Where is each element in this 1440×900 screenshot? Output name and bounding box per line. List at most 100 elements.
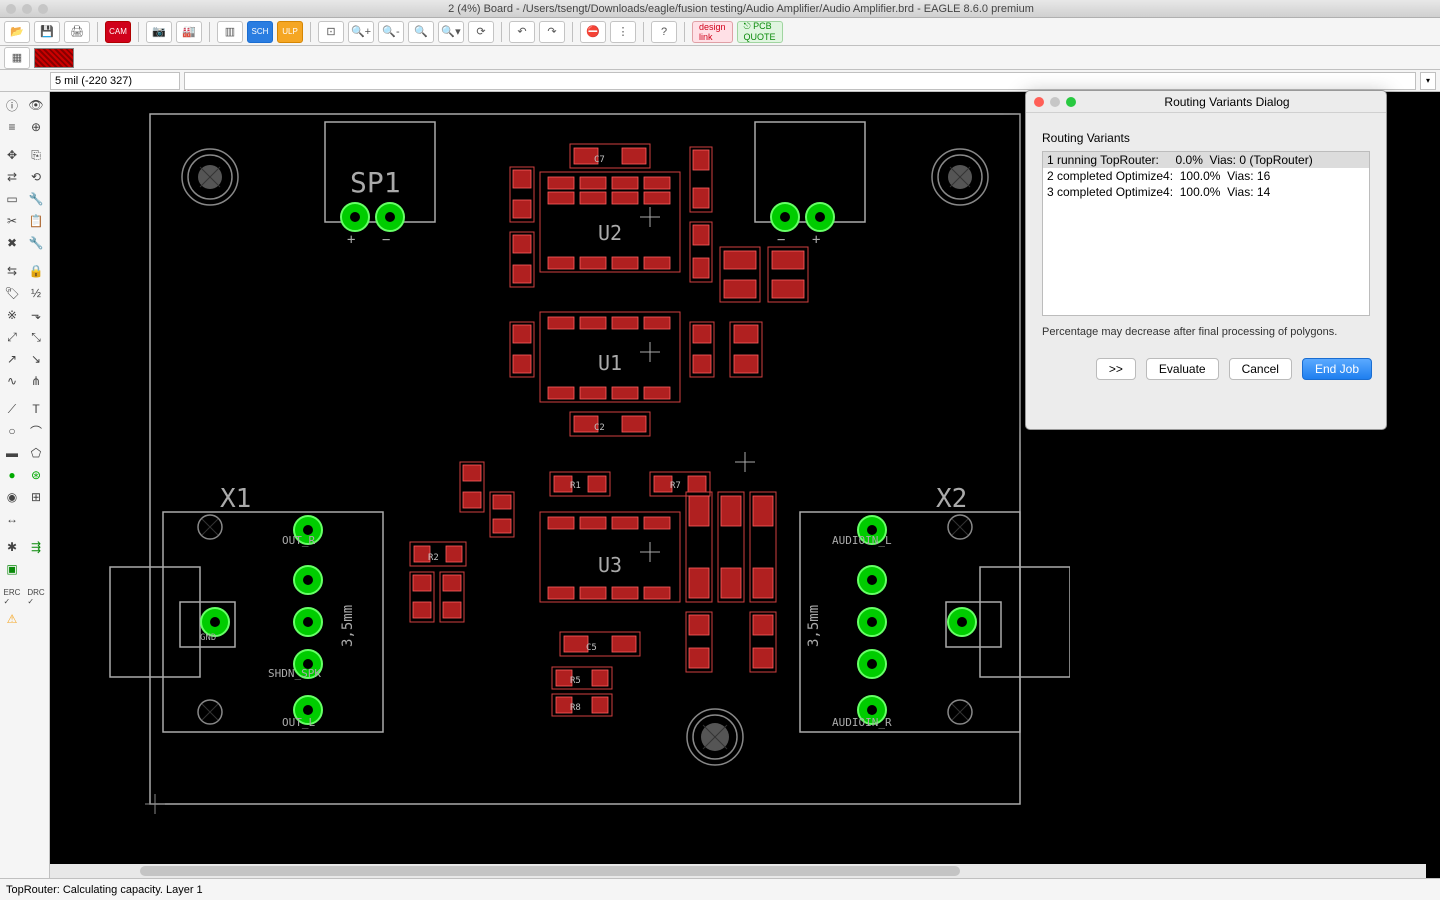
replace-tool[interactable]: ⇆ [0, 260, 24, 282]
help-button[interactable]: ? [651, 21, 677, 43]
ratsnest-tool[interactable]: ✱ [0, 536, 24, 558]
errors-tool[interactable]: ⚠ [0, 608, 24, 630]
list-item[interactable]: 1 running TopRouter: 0.0% Vias: 0 (TopRo… [1043, 152, 1369, 168]
evaluate-button[interactable]: Evaluate [1146, 358, 1219, 380]
window-title: 2 (4%) Board - /Users/tsengt/Downloads/e… [48, 3, 1434, 15]
auto-tool[interactable]: ⇶ [24, 536, 48, 558]
command-input[interactable] [184, 72, 1416, 90]
fanout-tool[interactable]: ⋔ [24, 370, 48, 392]
svg-text:4: 4 [868, 660, 874, 671]
manufacturing-button[interactable]: 🏭 [176, 21, 202, 43]
mounting-hole-br3 [948, 700, 972, 724]
command-dropdown[interactable]: ▾ [1420, 72, 1436, 90]
open-button[interactable]: 📂 [4, 21, 30, 43]
svg-text:+: + [812, 232, 820, 248]
rotate-tool[interactable]: ⟲ [24, 166, 48, 188]
scrollbar-thumb[interactable] [140, 866, 960, 876]
svg-text:X2: X2 [936, 484, 967, 514]
window-titlebar: 2 (4%) Board - /Users/tsengt/Downloads/e… [0, 0, 1440, 18]
signal-tool[interactable]: ⊛ [24, 464, 48, 486]
dimension-tool[interactable]: ↔ [0, 508, 24, 530]
wire-tool[interactable]: ⟋ [0, 398, 24, 420]
meander-tool[interactable]: ∿ [0, 370, 24, 392]
dialog-titlebar[interactable]: Routing Variants Dialog [1026, 91, 1386, 113]
stop-button[interactable]: ⛔ [580, 21, 606, 43]
cut-tool[interactable]: ✂ [0, 210, 24, 232]
undo-button[interactable]: ↶ [509, 21, 535, 43]
horizontal-scrollbar[interactable] [50, 864, 1426, 878]
via-tool[interactable]: ● [0, 464, 24, 486]
board-svg: SP1 + − − + X1 5 3 [50, 92, 1070, 852]
svg-text:3: 3 [868, 576, 874, 587]
zoom-fit-button[interactable]: ⊡ [318, 21, 344, 43]
svg-text:+: + [347, 232, 355, 248]
value-tool[interactable]: ½ [24, 282, 48, 304]
separator [572, 22, 573, 42]
routing-variants-list[interactable]: 1 running TopRouter: 0.0% Vias: 0 (TopRo… [1042, 151, 1370, 316]
layer-swatch[interactable] [34, 48, 74, 68]
refresh-button[interactable]: ⟳ [468, 21, 494, 43]
route-tool[interactable]: ↗ [0, 348, 24, 370]
design-block-tool[interactable]: ▣ [0, 558, 24, 580]
separator [209, 22, 210, 42]
zoom-select-button[interactable]: 🔍▾ [438, 21, 464, 43]
circle-tool[interactable]: ○ [0, 420, 24, 442]
group-tool[interactable]: ▭ [0, 188, 24, 210]
ulp-button[interactable]: ULP [277, 21, 303, 43]
info-tool[interactable]: ⓘ [0, 94, 24, 116]
show-tool[interactable]: 👁 [24, 94, 48, 116]
dialog-close-icon[interactable] [1034, 97, 1044, 107]
ripup-tool[interactable]: ↘ [24, 348, 48, 370]
mounting-hole-bl2 [198, 700, 222, 724]
delete-tool[interactable]: ✖ [0, 232, 24, 254]
cam-button[interactable]: CAM [105, 21, 131, 43]
move-tool[interactable]: ✥ [0, 144, 24, 166]
zoom-redraw-button[interactable]: 🔍 [408, 21, 434, 43]
smash-tool[interactable]: ※ [0, 304, 24, 326]
grid-button[interactable]: ▦ [4, 47, 30, 69]
lock-tool[interactable]: 🔒 [24, 260, 48, 282]
mirror-tool[interactable]: ⇄ [0, 166, 24, 188]
library-button[interactable]: ▥ [217, 21, 243, 43]
print-button[interactable]: 🖨 [64, 21, 90, 43]
svg-text:R5: R5 [570, 676, 581, 686]
go-button[interactable]: ⋮ [610, 21, 636, 43]
erc-tool[interactable]: ERC✓ [0, 586, 24, 608]
layers-tool[interactable]: ≡ [0, 116, 24, 138]
end-job-button[interactable]: End Job [1302, 358, 1372, 380]
screenshot-button[interactable]: 📷 [146, 21, 172, 43]
schematic-button[interactable]: SCH [247, 21, 273, 43]
list-item[interactable]: 2 completed Optimize4: 100.0% Vias: 16 [1043, 168, 1369, 184]
change-tool[interactable]: 🔧 [24, 188, 48, 210]
rect-tool[interactable]: ▬ [0, 442, 24, 464]
list-item[interactable]: 3 completed Optimize4: 100.0% Vias: 14 [1043, 184, 1369, 200]
dialog-zoom-icon[interactable] [1066, 97, 1076, 107]
paste-tool[interactable]: 📋 [24, 210, 48, 232]
zoom-out-button[interactable]: 🔍- [378, 21, 404, 43]
drc-tool[interactable]: DRC✓ [24, 586, 48, 608]
copy-tool[interactable]: ⎘ [24, 144, 48, 166]
minimize-icon[interactable] [22, 4, 32, 14]
designlink-button[interactable]: designlink [692, 21, 733, 43]
polygon-tool[interactable]: ⬠ [24, 442, 48, 464]
expand-button[interactable]: >> [1096, 358, 1136, 380]
mark-tool[interactable]: ⊕ [24, 116, 48, 138]
zoom-in-button[interactable]: 🔍+ [348, 21, 374, 43]
save-button[interactable]: 💾 [34, 21, 60, 43]
svg-text:R2: R2 [428, 553, 439, 563]
pcb-quote-button[interactable]: ⎋ PCBQUOTE [737, 21, 783, 43]
optimize-tool[interactable]: ⤡ [24, 326, 48, 348]
redo-button[interactable]: ↷ [539, 21, 565, 43]
add-tool[interactable]: 🔧 [24, 232, 48, 254]
maximize-icon[interactable] [38, 4, 48, 14]
close-icon[interactable] [6, 4, 16, 14]
arc-tool[interactable]: ⌒ [24, 420, 48, 442]
svg-text:U1: U1 [598, 351, 622, 375]
cancel-button[interactable]: Cancel [1229, 358, 1292, 380]
miter-tool[interactable]: ⬎ [24, 304, 48, 326]
hole-tool[interactable]: ◉ [0, 486, 24, 508]
split-tool[interactable]: ⤢ [0, 326, 24, 348]
attribute-tool[interactable]: ⊞ [24, 486, 48, 508]
name-tool[interactable]: 🏷 [0, 282, 24, 304]
text-tool[interactable]: T [24, 398, 48, 420]
